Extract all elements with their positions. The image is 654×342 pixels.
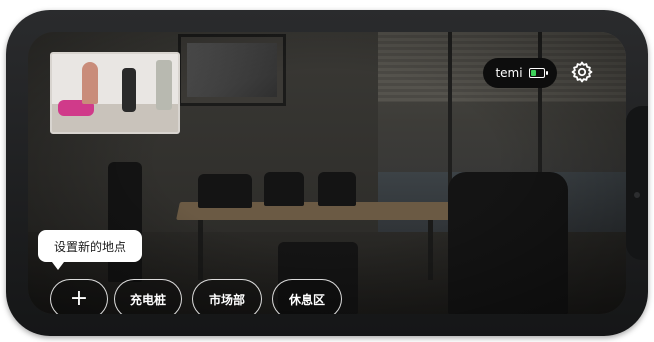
location-label: 充电桩	[129, 292, 166, 307]
new-location-tooltip: 设置新的地点	[38, 230, 142, 270]
location-label: 休息区	[288, 292, 325, 307]
self-view-thumbnail[interactable]	[50, 52, 180, 134]
phone-frame: temi 设置新的地点 + 充电桩 市场部 休息区	[6, 10, 648, 336]
gear-icon[interactable]	[570, 60, 594, 84]
robot-status-pill: temi	[483, 58, 557, 88]
location-button-marketing[interactable]: 市场部	[192, 279, 262, 314]
location-label: 市场部	[208, 292, 245, 307]
tooltip-text: 设置新的地点	[53, 239, 126, 254]
phone-notch	[626, 106, 648, 260]
add-location-button[interactable]: +	[50, 279, 108, 314]
location-button-lounge[interactable]: 休息区	[272, 279, 342, 314]
robot-name: temi	[495, 66, 523, 80]
battery-icon	[528, 68, 548, 78]
location-button-charging[interactable]: 充电桩	[114, 279, 182, 314]
camera-view: temi 设置新的地点 + 充电桩 市场部 休息区	[28, 32, 626, 314]
battery-fill	[530, 70, 536, 76]
plus-icon: +	[69, 286, 89, 311]
